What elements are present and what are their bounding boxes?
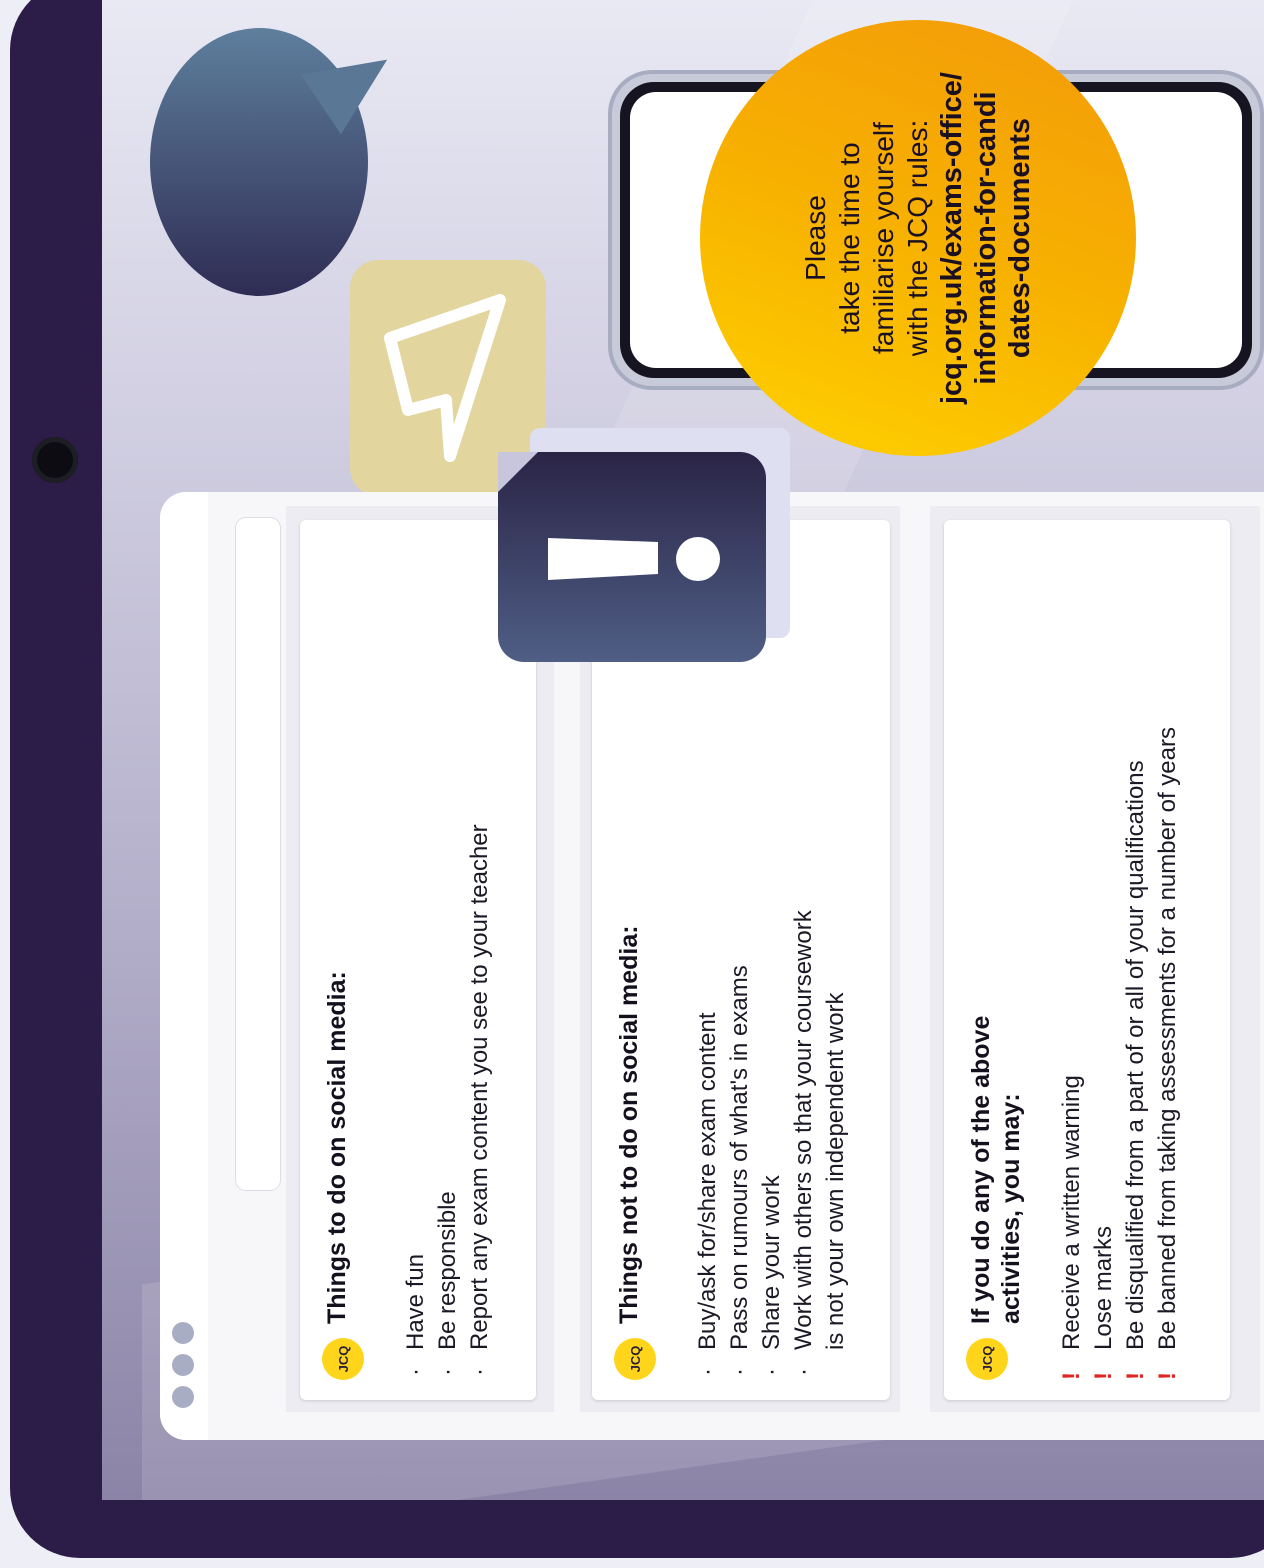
- list-item: ! Receive a written warning: [1056, 560, 1088, 1380]
- list-item: · Pass on rumours of what's in exams: [726, 965, 753, 1376]
- warning-icon: !: [1122, 1372, 1149, 1380]
- jcq-logo: JCQ: [322, 1338, 364, 1380]
- camera-icon: [32, 437, 78, 483]
- list-item: · Have fun: [402, 1253, 429, 1376]
- window-dot-icon[interactable]: [172, 1386, 194, 1408]
- list-item: · Share your work: [758, 1175, 785, 1376]
- window-dot-icon[interactable]: [172, 1354, 194, 1376]
- info-line: with the JCQ rules:: [902, 119, 933, 357]
- list-item-continued: is not your own independent work: [822, 992, 849, 1350]
- exclamation-icon: [498, 452, 766, 662]
- window-controls: [160, 492, 208, 1440]
- warning-icon: !: [1154, 1372, 1181, 1380]
- info-line: take the time to: [834, 142, 865, 334]
- window-dot-icon[interactable]: [172, 1322, 194, 1344]
- info-line: familiarise yourself: [868, 122, 899, 354]
- warning-icon: !: [1090, 1372, 1117, 1380]
- jcq-link[interactable]: jcq.org.uk/exams-office/: [935, 72, 969, 404]
- jcq-logo: JCQ: [966, 1338, 1008, 1380]
- address-bar[interactable]: [236, 518, 280, 1190]
- list-item: · Work with others so that your coursewor…: [790, 910, 817, 1376]
- jcq-info-badge: Please take the time to familiarise your…: [700, 20, 1136, 456]
- jcq-logo: JCQ: [614, 1338, 656, 1380]
- jcq-link[interactable]: dates-documents: [1003, 118, 1037, 358]
- list-item: · Be responsible: [434, 1191, 461, 1376]
- list-item: ! Be disqualified from a part of or all o…: [1120, 560, 1152, 1380]
- list-item: ! Lose marks: [1088, 560, 1120, 1380]
- list-item: · Buy/ask for/share exam content: [694, 1012, 721, 1377]
- list-item: ! Be banned from taking assessments for a…: [1152, 560, 1184, 1380]
- card-consequences: JCQ If you do any of the above activities…: [944, 520, 1230, 1400]
- card-title: Things not to do on social media:: [615, 925, 643, 1324]
- info-line: Please: [800, 195, 831, 281]
- warning-icon: !: [1058, 1372, 1085, 1380]
- card-title: If you do any of the above activities, yo…: [967, 1015, 1025, 1324]
- card-title: Things to do on social media:: [323, 971, 351, 1324]
- illustration: Please take the time to familiarise your…: [0, 0, 1264, 1568]
- list-item: · Report any exam content you see to your…: [466, 824, 493, 1376]
- jcq-link[interactable]: information-for-candi: [969, 91, 1003, 384]
- alert-card-fold: [498, 452, 538, 492]
